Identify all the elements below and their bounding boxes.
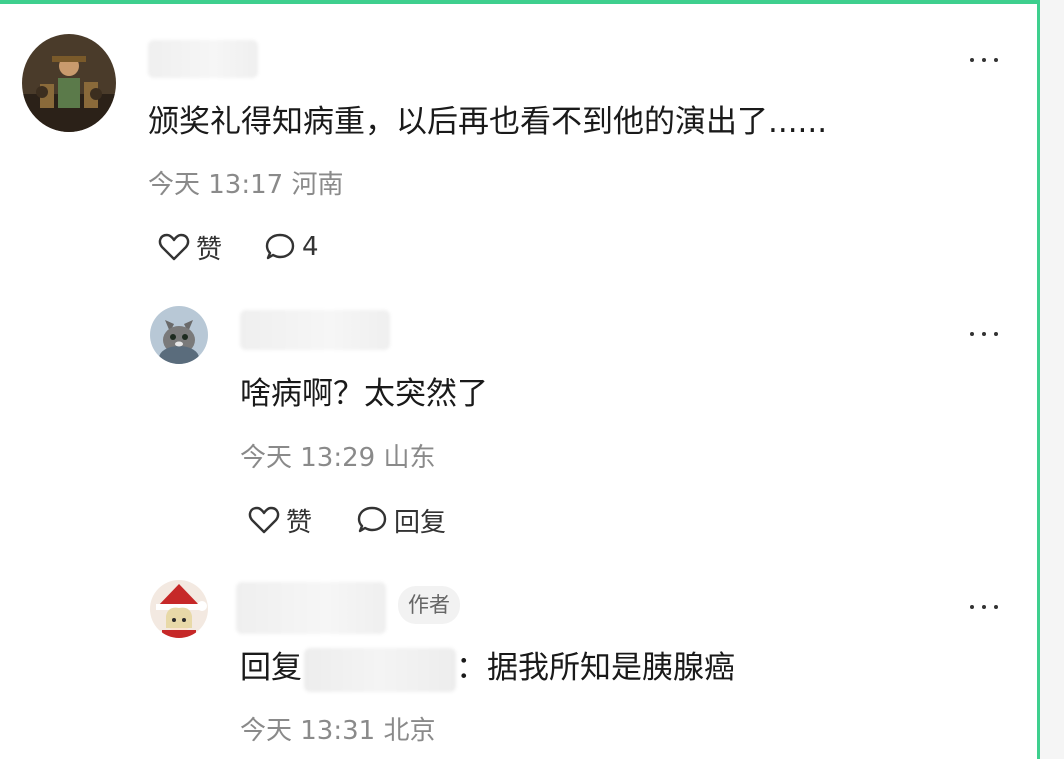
username-redacted	[148, 40, 258, 78]
reply-label: 回复	[394, 507, 447, 538]
more-options-icon[interactable]	[968, 597, 1002, 617]
comment-thread: 颁奖礼得知病重，以后再也看不到他的演出了...... 今天 13:17 河南 赞…	[0, 0, 1040, 759]
reply-button[interactable]: 回复	[356, 502, 446, 538]
comment-meta: 今天 13:29 山东	[240, 443, 436, 473]
avatar-image	[22, 34, 116, 132]
more-options-icon[interactable]	[968, 324, 1002, 344]
like-label: 赞	[196, 234, 223, 265]
author-badge: 作者	[398, 586, 460, 624]
avatar-image	[150, 580, 208, 638]
more-options-icon[interactable]	[968, 50, 1002, 70]
comment-text: 颁奖礼得知病重，以后再也看不到他的演出了......	[148, 104, 828, 140]
reply-text: ：据我所知是胰腺癌	[456, 650, 735, 686]
reply-count: 4	[302, 232, 319, 262]
avatar[interactable]	[150, 306, 208, 364]
comment-text: 啥病啊？太突然了	[240, 376, 488, 412]
reply-prefix: 回复	[240, 650, 302, 686]
avatar-image	[150, 306, 208, 364]
avatar[interactable]	[150, 580, 208, 638]
mentioned-username-redacted	[304, 648, 456, 692]
reply-count-button[interactable]: 4	[264, 229, 319, 265]
comment-meta: 今天 13:31 北京	[240, 716, 436, 746]
like-button[interactable]: 赞	[248, 502, 312, 538]
speech-bubble-icon	[357, 506, 387, 533]
speech-bubble-icon	[265, 233, 295, 260]
heart-outline-icon	[158, 233, 190, 261]
username-redacted	[240, 310, 390, 350]
like-label: 赞	[286, 507, 313, 538]
comment-meta: 今天 13:17 河南	[148, 170, 344, 200]
username-redacted	[236, 582, 386, 634]
avatar[interactable]	[22, 34, 116, 132]
heart-outline-icon	[248, 506, 280, 534]
like-button[interactable]: 赞	[158, 229, 222, 265]
